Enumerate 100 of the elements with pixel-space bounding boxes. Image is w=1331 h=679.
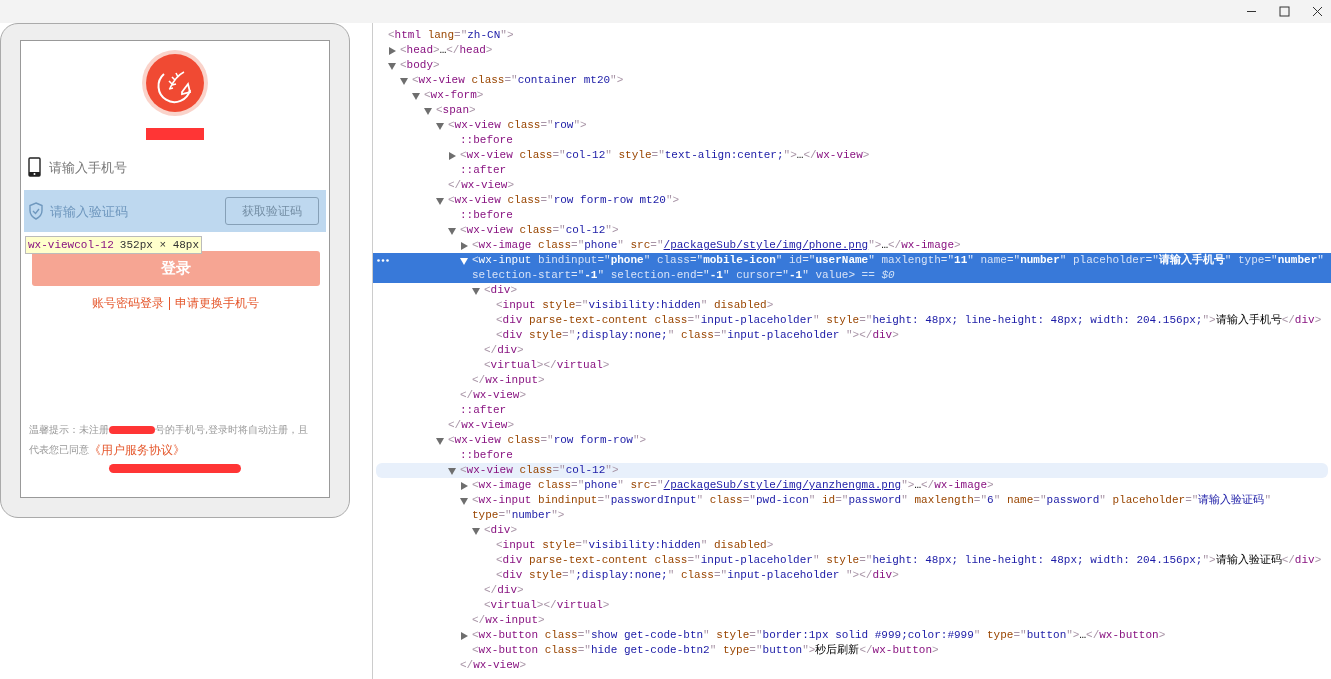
- maximize-icon[interactable]: [1279, 6, 1290, 17]
- tree-row[interactable]: <wx-image class="phone" src="/packageSub/style/img/phone.png">…</wx-image>: [373, 238, 1331, 253]
- code-line: <body>: [400, 58, 441, 73]
- tree-row[interactable]: </wx-view>: [373, 178, 1331, 193]
- code-line: <wx-form>: [424, 88, 485, 103]
- code-line: <input style="visibility:hidden" disabled>: [496, 298, 775, 313]
- code-line: </wx-view>: [448, 418, 516, 433]
- tree-row[interactable]: <div>: [373, 283, 1331, 298]
- code-line: <div>: [484, 523, 519, 538]
- phone-icon: [28, 157, 41, 177]
- code-line: <wx-view class="container mt20">: [412, 73, 625, 88]
- code-line: ::before: [460, 448, 514, 463]
- tree-row[interactable]: <div style=";display:none;" class="input-placeholder "></div>: [373, 328, 1331, 343]
- tree-row[interactable]: <body>: [373, 58, 1331, 73]
- code-line: <wx-input bindinput="passwordInput" class="pwd-icon" id="password" maxlength="6" name="password" placeholder="请输入验证码" type="number">: [472, 493, 1272, 523]
- code-line: <wx-view class="col-12" style="text-align:center;">…</wx-view>: [460, 148, 871, 163]
- tree-row[interactable]: </div>: [373, 583, 1331, 598]
- collapse-triangle-icon[interactable]: [472, 527, 480, 535]
- tree-row[interactable]: </div>: [373, 343, 1331, 358]
- tree-row[interactable]: <html lang="zh-CN">: [373, 28, 1331, 43]
- redaction-mark: [109, 426, 155, 434]
- tree-row[interactable]: ::after: [373, 403, 1331, 418]
- tree-row[interactable]: </wx-view>: [373, 658, 1331, 673]
- code-line: <wx-button class="show get-code-btn" style="border:1px solid #999;color:#999" type="button">…</wx-button>: [472, 628, 1167, 643]
- collapse-triangle-icon[interactable]: [472, 287, 480, 295]
- code-line: <html lang="zh-CN">: [388, 28, 515, 43]
- collapse-triangle-icon[interactable]: [436, 437, 444, 445]
- code-line: </wx-view>: [460, 658, 528, 673]
- code-line: <virtual></virtual>: [484, 358, 611, 373]
- tree-row[interactable]: <head>…</head>: [373, 43, 1331, 58]
- expand-triangle-icon[interactable]: [460, 242, 468, 250]
- tree-row[interactable]: ::before: [373, 208, 1331, 223]
- tree-row[interactable]: <wx-form>: [373, 88, 1331, 103]
- collapse-triangle-icon[interactable]: [400, 77, 408, 85]
- ellipsis-icon[interactable]: [377, 259, 389, 262]
- tree-row[interactable]: <div>: [373, 523, 1331, 538]
- text-link[interactable]: 申请更换手机号: [174, 294, 259, 312]
- tree-row[interactable]: </wx-view>: [373, 418, 1331, 433]
- tree-row[interactable]: ::before: [373, 448, 1331, 463]
- collapse-triangle-icon[interactable]: [424, 107, 432, 115]
- tree-row[interactable]: <input style="visibility:hidden" disabled>: [373, 298, 1331, 313]
- code-line: <div>: [484, 283, 519, 298]
- phone-number-field[interactable]: 请输入手机号: [49, 155, 249, 179]
- code-line: <wx-view class="row">: [448, 118, 588, 133]
- collapse-triangle-icon[interactable]: [412, 92, 420, 100]
- expand-triangle-icon[interactable]: [460, 632, 468, 640]
- tree-row[interactable]: <virtual></virtual>: [373, 358, 1331, 373]
- tree-row[interactable]: <wx-view class="row form-row">: [373, 433, 1331, 448]
- collapse-triangle-icon[interactable]: [460, 257, 468, 265]
- verification-code-field[interactable]: 请输入验证码: [50, 199, 210, 223]
- tree-row[interactable]: ::after: [373, 163, 1331, 178]
- tree-row[interactable]: <wx-input bindinput="passwordInput" class="pwd-icon" id="password" maxlength="6" name="password" placeholder="请输入验证码" type="number">: [373, 493, 1331, 523]
- tree-row[interactable]: <wx-image class="phone" src="/packageSub/style/img/yanzhengma.png">…</wx-image>: [373, 478, 1331, 493]
- agreement-link[interactable]: 《用户服务协议》: [89, 440, 185, 460]
- tree-row[interactable]: <span>: [373, 103, 1331, 118]
- notice-text: 温馨提示：未注册: [29, 423, 109, 437]
- code-line: </div>: [484, 343, 525, 358]
- tree-row[interactable]: <wx-button class="show get-code-btn" style="border:1px solid #999;color:#999" type="button">…</wx-button>: [373, 628, 1331, 643]
- tree-row[interactable]: <wx-button class="hide get-code-btn2" type="button">秒后刷新</wx-button>: [373, 643, 1331, 658]
- code-line: ::after: [460, 163, 508, 178]
- code-line: <wx-image class="phone" src="/packageSub/style/img/phone.png">…</wx-image>: [472, 238, 962, 253]
- tree-row[interactable]: <wx-view class="col-12">: [376, 463, 1328, 478]
- tree-row[interactable]: <div style=";display:none;" class="input-placeholder "></div>: [373, 568, 1331, 583]
- code-line: </wx-input>: [472, 373, 546, 388]
- code-line: <head>…</head>: [400, 43, 494, 58]
- code-line: <wx-button class="hide get-code-btn2" type="button">秒后刷新</wx-button>: [472, 643, 940, 658]
- code-line: <virtual></virtual>: [484, 598, 611, 613]
- notice-text: 代表您已同意: [29, 443, 89, 457]
- code-line: </div>: [484, 583, 525, 598]
- text-link[interactable]: 账号密码登录: [91, 294, 164, 312]
- tree-row[interactable]: <virtual></virtual>: [373, 598, 1331, 613]
- code-line: <div style=";display:none;" class="input-placeholder "></div>: [496, 328, 900, 343]
- tree-row[interactable]: </wx-input>: [373, 373, 1331, 388]
- tree-row[interactable]: <input style="visibility:hidden" disabled>: [373, 538, 1331, 553]
- expand-triangle-icon[interactable]: [448, 152, 456, 160]
- tree-row[interactable]: <wx-view class="container mt20">: [373, 73, 1331, 88]
- code-line: ::before: [460, 208, 514, 223]
- collapse-triangle-icon[interactable]: [436, 122, 444, 130]
- collapse-triangle-icon[interactable]: [448, 467, 456, 475]
- tree-row[interactable]: </wx-input>: [373, 613, 1331, 628]
- collapse-triangle-icon[interactable]: [460, 497, 468, 505]
- close-icon[interactable]: [1312, 6, 1323, 17]
- code-line: <div style=";display:none;" class="input-placeholder "></div>: [496, 568, 900, 583]
- code-line: </wx-input>: [472, 613, 546, 628]
- code-line: </wx-view>: [448, 178, 516, 193]
- collapse-triangle-icon[interactable]: [436, 197, 444, 205]
- collapse-triangle-icon[interactable]: [448, 227, 456, 235]
- tree-row[interactable]: <wx-view class="col-12" style="text-align:center;">…</wx-view>: [373, 148, 1331, 163]
- tree-row[interactable]: <wx-view class="col-12">: [373, 223, 1331, 238]
- expand-triangle-icon[interactable]: [388, 47, 396, 55]
- tree-row[interactable]: <wx-view class="row">: [373, 118, 1331, 133]
- expand-triangle-icon[interactable]: [460, 482, 468, 490]
- tree-row[interactable]: </wx-view>: [373, 388, 1331, 403]
- code-line: <wx-image class="phone" src="/packageSub/style/img/yanzhengma.png">…</wx-image>: [472, 478, 995, 493]
- tree-row[interactable]: <wx-view class="row form-row mt20">: [373, 193, 1331, 208]
- code-line: </wx-view>: [460, 388, 528, 403]
- tree-row[interactable]: ::before: [373, 133, 1331, 148]
- code-line: <wx-view class="col-12">: [460, 223, 620, 238]
- code-line: ::after: [460, 403, 508, 418]
- collapse-triangle-icon[interactable]: [388, 62, 396, 70]
